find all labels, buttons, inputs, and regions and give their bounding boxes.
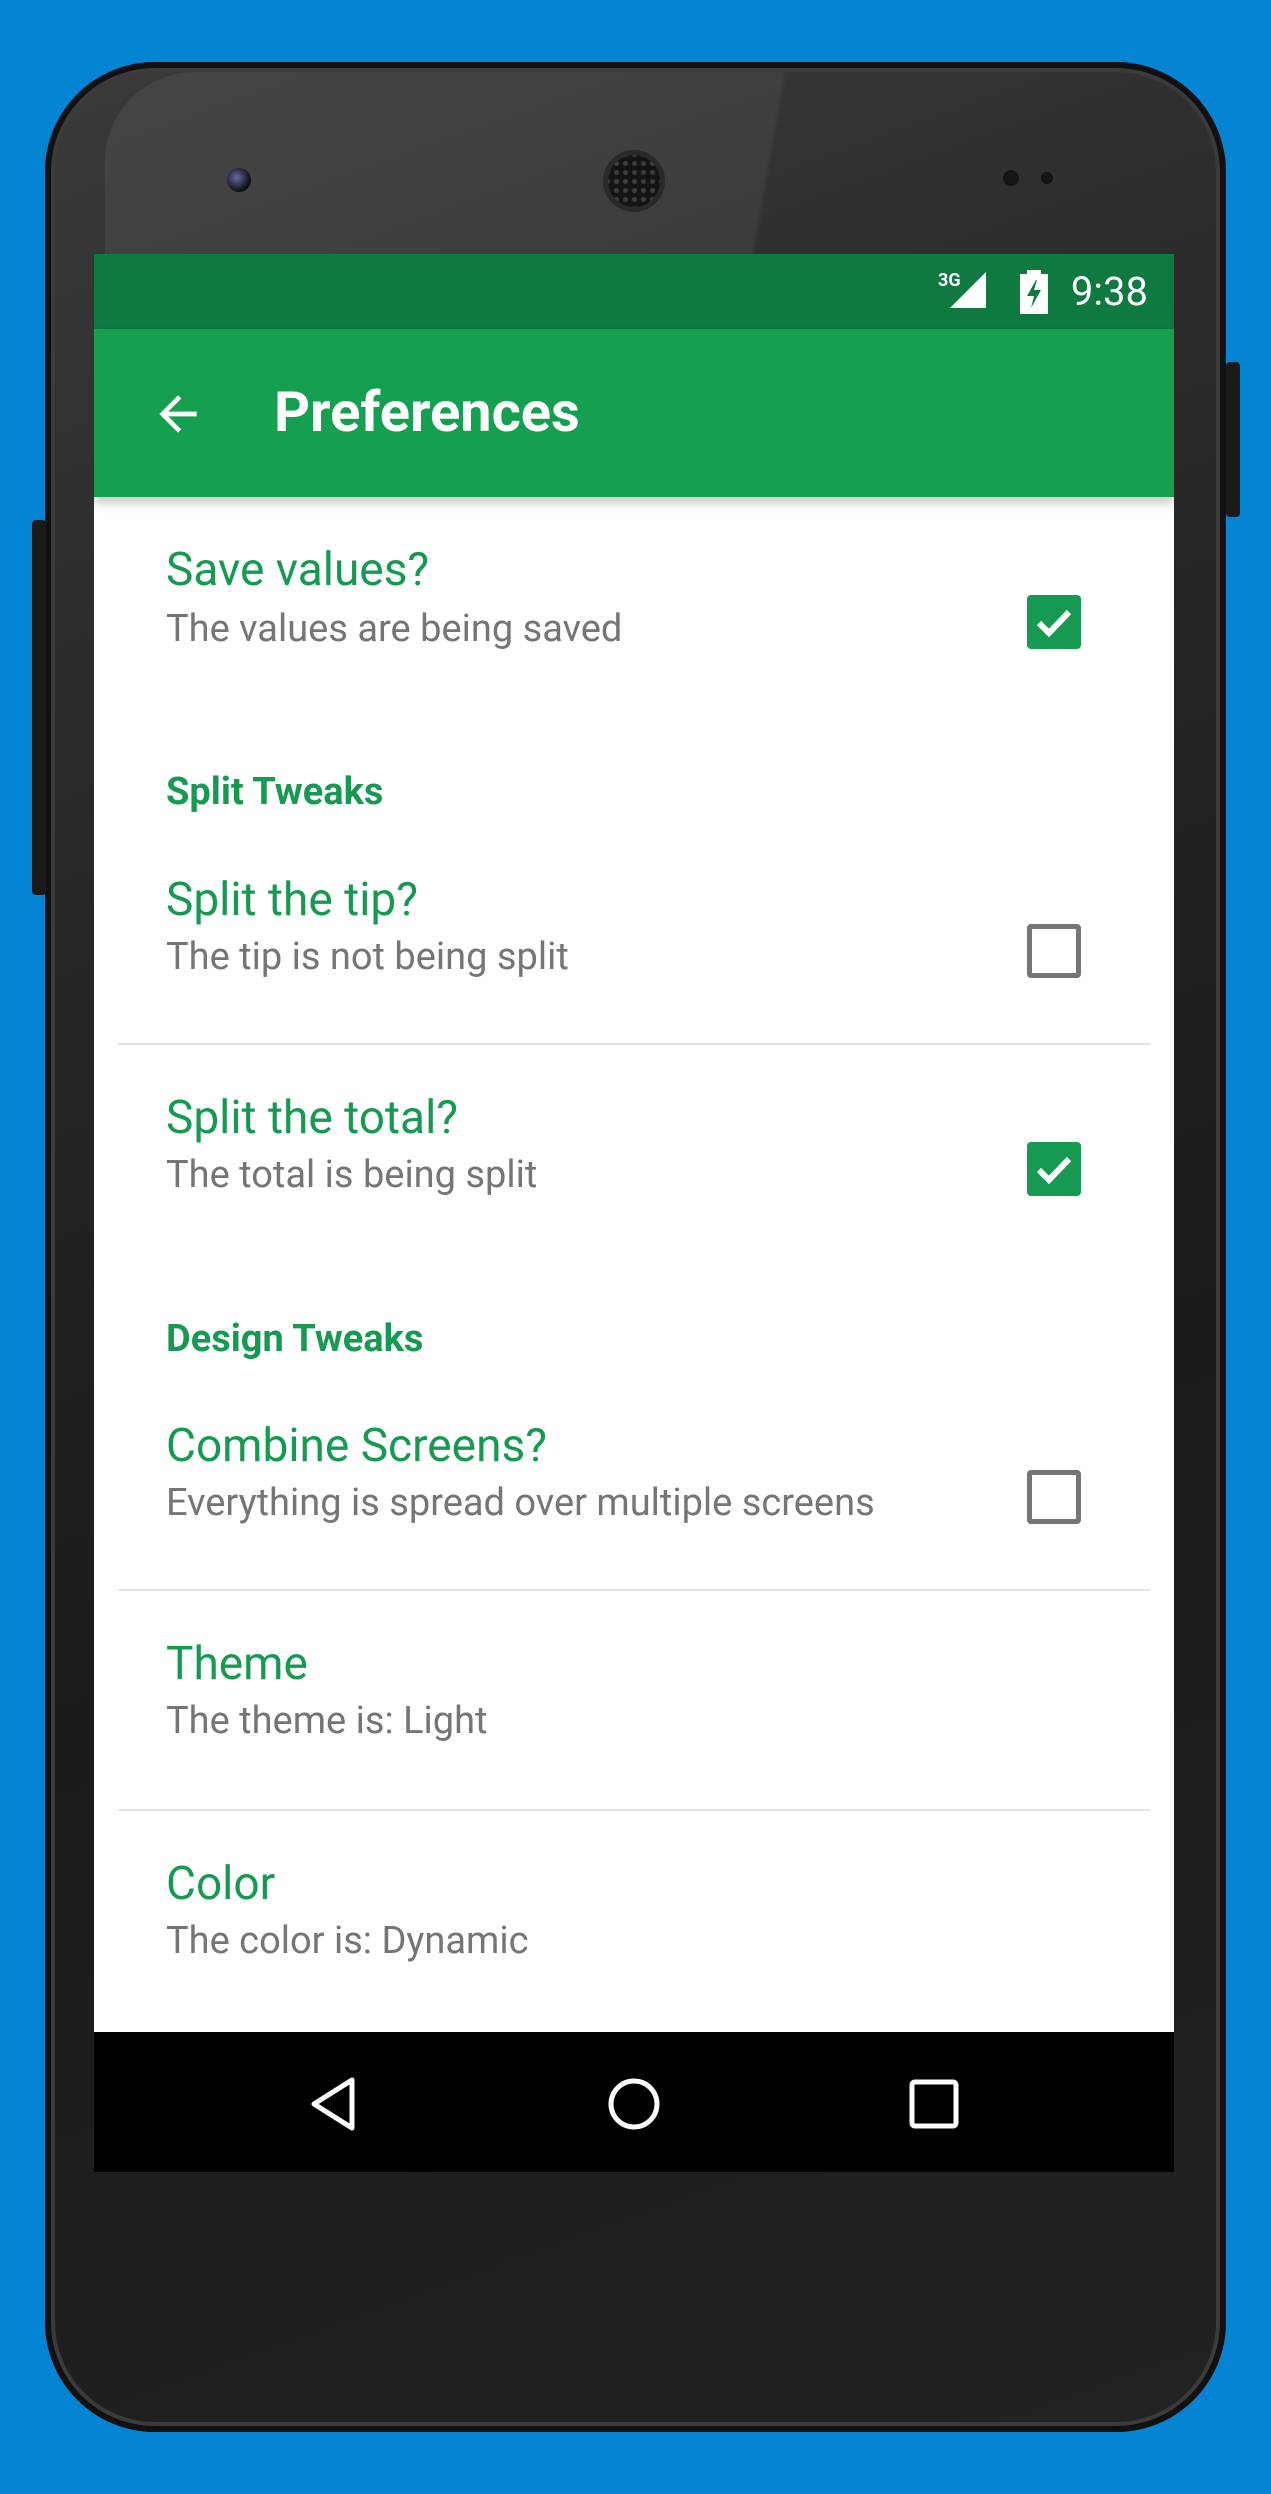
cell-signal-icon (950, 272, 986, 308)
checkmark-icon (1036, 1156, 1072, 1185)
pref-title: Color (166, 1857, 276, 1911)
volume-button (1226, 362, 1240, 517)
power-button (32, 520, 46, 895)
proximity-sensor-icon (1003, 170, 1019, 186)
pref-combine-screens[interactable]: Combine Screens? Everything is spread ov… (94, 1373, 1174, 1588)
pref-summary: The values are being saved (166, 607, 623, 651)
pref-summary: The tip is not being split (166, 935, 569, 979)
battery-charging-icon (1020, 270, 1048, 314)
nav-back-icon[interactable] (304, 2074, 364, 2134)
pref-summary: Everything is spread over multiple scree… (166, 1481, 875, 1525)
app-bar: Preferences (94, 329, 1174, 497)
pref-title: Split the total? (166, 1091, 458, 1145)
pref-save-values[interactable]: Save values? The values are being saved (94, 497, 1174, 717)
pref-summary: The color is: Dynamic (166, 1919, 529, 1963)
pref-summary: The total is being split (166, 1153, 538, 1197)
category-split-tweaks: Split Tweaks (166, 770, 384, 814)
pref-title: Theme (166, 1637, 308, 1691)
status-bar: 3G 9:38 (94, 254, 1174, 329)
screen: 3G 9:38 Preferences Save values? The val… (94, 254, 1174, 2172)
preferences-list: Save values? The values are being saved … (94, 497, 1174, 2032)
speaker-grille-icon (603, 150, 665, 212)
light-sensor-icon (1041, 172, 1053, 184)
pref-title: Split the tip? (166, 873, 418, 927)
pref-summary: The theme is: Light (166, 1699, 488, 1743)
checkmark-icon (1036, 609, 1072, 638)
pref-title: Combine Screens? (166, 1419, 547, 1473)
split-tip-checkbox[interactable] (1027, 924, 1081, 978)
pref-split-total[interactable]: Split the total? The total is being spli… (94, 1045, 1174, 1260)
arrow-back-icon[interactable] (150, 386, 206, 442)
save-values-checkbox[interactable] (1027, 595, 1081, 649)
pref-theme[interactable]: Theme The theme is: Light (94, 1591, 1174, 1809)
front-camera-icon (227, 168, 251, 192)
nav-recents-icon[interactable] (904, 2074, 964, 2134)
status-time: 9:38 (1070, 268, 1148, 315)
category-design-tweaks: Design Tweaks (166, 1317, 424, 1361)
split-total-checkbox[interactable] (1027, 1142, 1081, 1196)
nav-home-icon[interactable] (604, 2074, 664, 2134)
page-title: Preferences (274, 379, 580, 445)
navigation-bar (94, 2032, 1174, 2172)
pref-title: Save values? (166, 543, 430, 597)
pref-color[interactable]: Color The color is: Dynamic (94, 1811, 1174, 2032)
combine-screens-checkbox[interactable] (1027, 1470, 1081, 1524)
pref-split-tip[interactable]: Split the tip? The tip is not being spli… (94, 827, 1174, 1042)
